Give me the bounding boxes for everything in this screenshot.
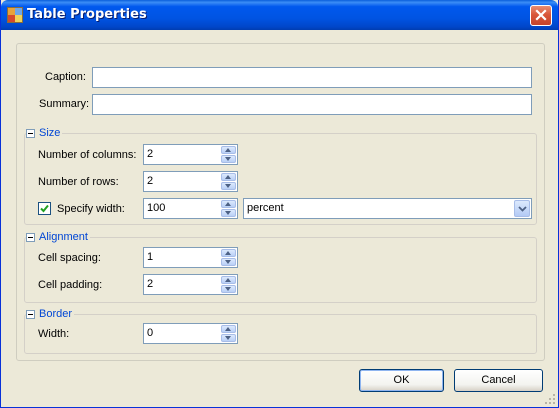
width-unit-value: percent bbox=[247, 202, 284, 214]
width-unit-select[interactable]: percent bbox=[243, 198, 532, 219]
spin-down-icon[interactable] bbox=[221, 258, 236, 266]
width-spinner[interactable]: 100 bbox=[143, 198, 238, 219]
cell-spacing-label: Cell spacing: bbox=[38, 252, 101, 264]
checkmark-icon bbox=[40, 204, 49, 213]
ok-button[interactable]: OK bbox=[359, 369, 444, 392]
rows-value[interactable]: 2 bbox=[147, 175, 153, 187]
cancel-button[interactable]: Cancel bbox=[454, 369, 543, 392]
spin-down-icon[interactable] bbox=[221, 182, 236, 190]
close-button[interactable] bbox=[530, 5, 552, 26]
cell-spacing-value[interactable]: 1 bbox=[147, 251, 153, 263]
cell-padding-spinner[interactable]: 2 bbox=[143, 274, 238, 295]
cell-padding-label: Cell padding: bbox=[38, 279, 103, 291]
width-value[interactable]: 100 bbox=[147, 202, 165, 214]
summary-label: Summary: bbox=[39, 98, 90, 110]
size-group-title: Size bbox=[39, 127, 61, 139]
border-width-label: Width: bbox=[38, 328, 70, 340]
border-width-value[interactable]: 0 bbox=[147, 327, 153, 339]
border-group-title: Border bbox=[39, 308, 73, 320]
spin-up-icon[interactable] bbox=[221, 200, 236, 208]
spin-up-icon[interactable] bbox=[221, 146, 236, 154]
cell-padding-value[interactable]: 2 bbox=[147, 278, 153, 290]
alignment-group-title: Alignment bbox=[39, 231, 88, 243]
spin-down-icon[interactable] bbox=[221, 285, 236, 293]
columns-label: Number of columns: bbox=[38, 149, 137, 161]
table-properties-dialog: Table Properties Caption: Summary: Size … bbox=[0, 0, 559, 408]
spin-up-icon[interactable] bbox=[221, 276, 236, 284]
collapse-icon[interactable] bbox=[26, 309, 35, 319]
border-group bbox=[24, 314, 537, 354]
close-x-icon bbox=[535, 9, 547, 21]
spin-up-icon[interactable] bbox=[221, 173, 236, 181]
summary-input[interactable] bbox=[92, 94, 532, 115]
border-width-spinner[interactable]: 0 bbox=[143, 323, 238, 344]
caption-label: Caption: bbox=[45, 71, 86, 83]
columns-spinner[interactable]: 2 bbox=[143, 144, 238, 165]
spin-down-icon[interactable] bbox=[221, 334, 236, 342]
cell-spacing-spinner[interactable]: 1 bbox=[143, 247, 238, 268]
spin-down-icon[interactable] bbox=[221, 155, 236, 163]
table-app-icon bbox=[7, 7, 23, 23]
size-group-header[interactable]: Size bbox=[26, 127, 63, 139]
columns-value[interactable]: 2 bbox=[147, 148, 153, 160]
resize-grip-icon[interactable] bbox=[544, 393, 556, 405]
title-bar[interactable]: Table Properties bbox=[1, 0, 558, 30]
spin-up-icon[interactable] bbox=[221, 325, 236, 333]
specify-width-label: Specify width: bbox=[57, 203, 125, 215]
border-group-header[interactable]: Border bbox=[26, 308, 75, 320]
alignment-group bbox=[24, 237, 537, 303]
dropdown-button[interactable] bbox=[514, 200, 530, 217]
collapse-icon[interactable] bbox=[26, 232, 35, 242]
window-title: Table Properties bbox=[27, 7, 147, 22]
alignment-group-header[interactable]: Alignment bbox=[26, 231, 90, 243]
specify-width-checkbox[interactable] bbox=[38, 202, 51, 215]
caption-input[interactable] bbox=[92, 67, 532, 88]
rows-label: Number of rows: bbox=[38, 176, 119, 188]
spin-down-icon[interactable] bbox=[221, 209, 236, 217]
rows-spinner[interactable]: 2 bbox=[143, 171, 238, 192]
chevron-down-icon bbox=[518, 206, 527, 212]
collapse-icon[interactable] bbox=[26, 128, 35, 138]
spin-up-icon[interactable] bbox=[221, 249, 236, 257]
